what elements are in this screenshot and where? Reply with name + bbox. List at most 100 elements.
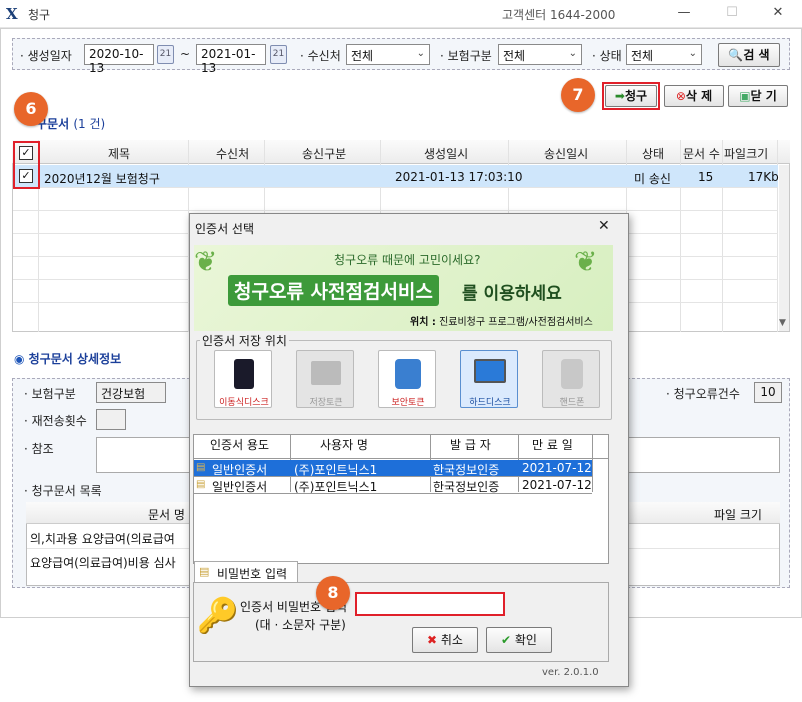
card-icon <box>311 361 341 385</box>
scroll-down-icon[interactable]: ▼ <box>779 318 786 328</box>
search-button[interactable]: 🔍검 색 <box>718 43 780 67</box>
cancel-x-icon: ✖ <box>427 633 438 647</box>
claim-button[interactable]: ➡청구 <box>605 85 657 107</box>
monitor-icon <box>474 359 506 383</box>
token-tile: 저장토큰 <box>296 350 354 408</box>
storage-label: 인증서 저장 위치 <box>200 332 289 349</box>
step-8-marker: 8 <box>316 576 350 610</box>
doc-col-name: 문서 명 <box>148 508 185 522</box>
ok-button[interactable]: ✔ 확인 <box>486 627 552 653</box>
arrow-right-icon: ➡ <box>614 89 625 103</box>
error-count-field: 10 <box>754 382 782 403</box>
col-file-size: 파일크기 <box>724 147 769 161</box>
receiver-select[interactable]: 전체 ⌄ <box>346 44 430 65</box>
receiver-label: · 수신처 <box>300 49 341 63</box>
search-icon: 🔍 <box>728 48 744 62</box>
dialog-title: 인증서 선택 <box>195 222 255 236</box>
version-label: ver. 2.0.1.0 <box>542 667 599 678</box>
date-to-input[interactable]: 2021-01-13 <box>196 44 266 75</box>
minimize-icon[interactable]: — <box>672 2 696 24</box>
close-button[interactable]: ▣닫 기 <box>728 85 788 107</box>
doc-list-label: · 청구문서 목록 <box>24 484 102 498</box>
close-window-icon: ▣ <box>739 89 751 103</box>
bullet-icon: ◉ <box>14 352 25 366</box>
created-date-label: · 생성일자 <box>20 49 72 63</box>
col-sent: 송신일시 <box>544 147 589 161</box>
cert-expire: 2021-07-12 <box>522 478 592 492</box>
banner-location: 위치 : 진료비청구 프로그램/사전점검서비스 <box>410 317 593 328</box>
chevron-down-icon: ⌄ <box>568 48 577 59</box>
certificate-icon: ▤ <box>196 479 206 490</box>
cert-col-usage: 인증서 용도 <box>210 438 270 452</box>
col-doc-count: 문서 수 <box>683 147 720 161</box>
key-icon: ▤ <box>199 565 210 578</box>
detail-insurance-field: 건강보험 <box>96 382 166 403</box>
calendar-icon[interactable]: 21 <box>157 45 174 64</box>
step-6-marker: 6 <box>14 92 48 126</box>
window-title: 청구 <box>28 8 51 22</box>
check-icon: ✔ <box>501 633 512 647</box>
error-count-label: · 청구오류건수 <box>666 387 740 401</box>
dialog-close-icon[interactable]: ✕ <box>598 218 610 234</box>
row-doc-count: 15 <box>698 170 714 184</box>
chevron-down-icon: ⌄ <box>688 48 697 59</box>
col-status: 상태 <box>642 147 665 161</box>
close-icon[interactable]: ✕ <box>766 2 790 24</box>
list-item[interactable]: 의,치과용 요양급여(의료급여 <box>30 530 175 547</box>
step-7-marker: 7 <box>561 78 595 112</box>
app-logo-icon: X <box>6 5 18 23</box>
row-checkbox[interactable]: ✓ <box>19 169 33 183</box>
resend-field <box>96 409 126 430</box>
select-all-checkbox[interactable]: ✓ <box>19 146 33 160</box>
row-file-size: 17Kb <box>748 170 779 184</box>
password-input[interactable] <box>355 592 505 616</box>
list-item[interactable]: 요양급여(의료급여)비용 심사 <box>30 554 176 571</box>
col-send-type: 송신구분 <box>302 147 347 161</box>
row-status: 미 송신 <box>634 172 671 186</box>
customer-center-label: 고객센터 1644-2000 <box>502 8 616 22</box>
row-created: 2021-01-13 17:03:10 <box>395 170 523 184</box>
leaf-decoration-icon: ❦ <box>574 245 598 278</box>
status-select[interactable]: 전체 ⌄ <box>626 44 702 65</box>
status-label: · 상태 <box>592 49 622 63</box>
delete-icon: ⊗ <box>675 89 686 103</box>
tab-password[interactable]: ▤ 비밀번호 입력 <box>194 561 298 583</box>
insurance-select[interactable]: 전체 ⌄ <box>498 44 582 65</box>
removable-disk-tile[interactable]: 이동식디스크 <box>214 350 272 408</box>
date-separator: ~ <box>180 47 191 61</box>
banner-tail: 를 이용하세요 <box>462 284 562 304</box>
cancel-button[interactable]: ✖ 취소 <box>412 627 478 653</box>
banner-tagline: 청구오류 때문에 고민이세요? <box>334 253 481 267</box>
date-from-input[interactable]: 2020-10-13 <box>84 44 154 75</box>
leaf-decoration-icon: ❦ <box>194 245 218 278</box>
banner-headline: 청구오류 사전점검서비스 <box>228 275 439 306</box>
chevron-down-icon: ⌄ <box>416 48 425 59</box>
window-titlebar: X 청구 고객센터 1644-2000 — ☐ ✕ <box>0 0 802 28</box>
resend-label: · 재전송횟수 <box>24 414 87 428</box>
calendar-icon[interactable]: 21 <box>270 45 287 64</box>
lock-icon <box>395 359 421 389</box>
vertical-scrollbar[interactable] <box>779 165 789 331</box>
col-created: 생성일시 <box>424 147 469 161</box>
hard-disk-tile[interactable]: 하드디스크 <box>460 350 518 408</box>
cert-expire: 2021-07-12 <box>522 461 592 475</box>
promo-banner[interactable]: 청구오류 때문에 고민이세요? 청구오류 사전점검서비스 를 이용하세요 위치 … <box>194 245 613 331</box>
insurance-label: · 보험구분 <box>440 49 492 63</box>
phone-icon <box>561 359 583 389</box>
certificate-icon: ▤ <box>196 462 206 473</box>
delete-button[interactable]: ⊗삭 제 <box>664 85 724 107</box>
note-label: · 참조 <box>24 442 54 456</box>
cert-col-user: 사용자 명 <box>320 438 368 452</box>
detail-title: ◉ 청구문서 상세정보 <box>14 352 122 366</box>
password-hint: (대 · 소문자 구분) <box>255 618 346 632</box>
cert-col-expire: 만 료 일 <box>532 438 573 452</box>
keys-icon: 🔑 <box>196 596 240 636</box>
claim-list-title: 구문서 (1 건) <box>36 117 106 131</box>
cert-col-issuer: 발 급 자 <box>450 438 491 452</box>
security-token-tile[interactable]: 보안토큰 <box>378 350 436 408</box>
usb-drive-icon <box>234 359 254 389</box>
maximize-icon[interactable]: ☐ <box>720 2 744 24</box>
phone-tile: 핸드폰 <box>542 350 600 408</box>
detail-insurance-label: · 보험구분 <box>24 387 76 401</box>
col-receiver: 수신처 <box>216 147 250 161</box>
